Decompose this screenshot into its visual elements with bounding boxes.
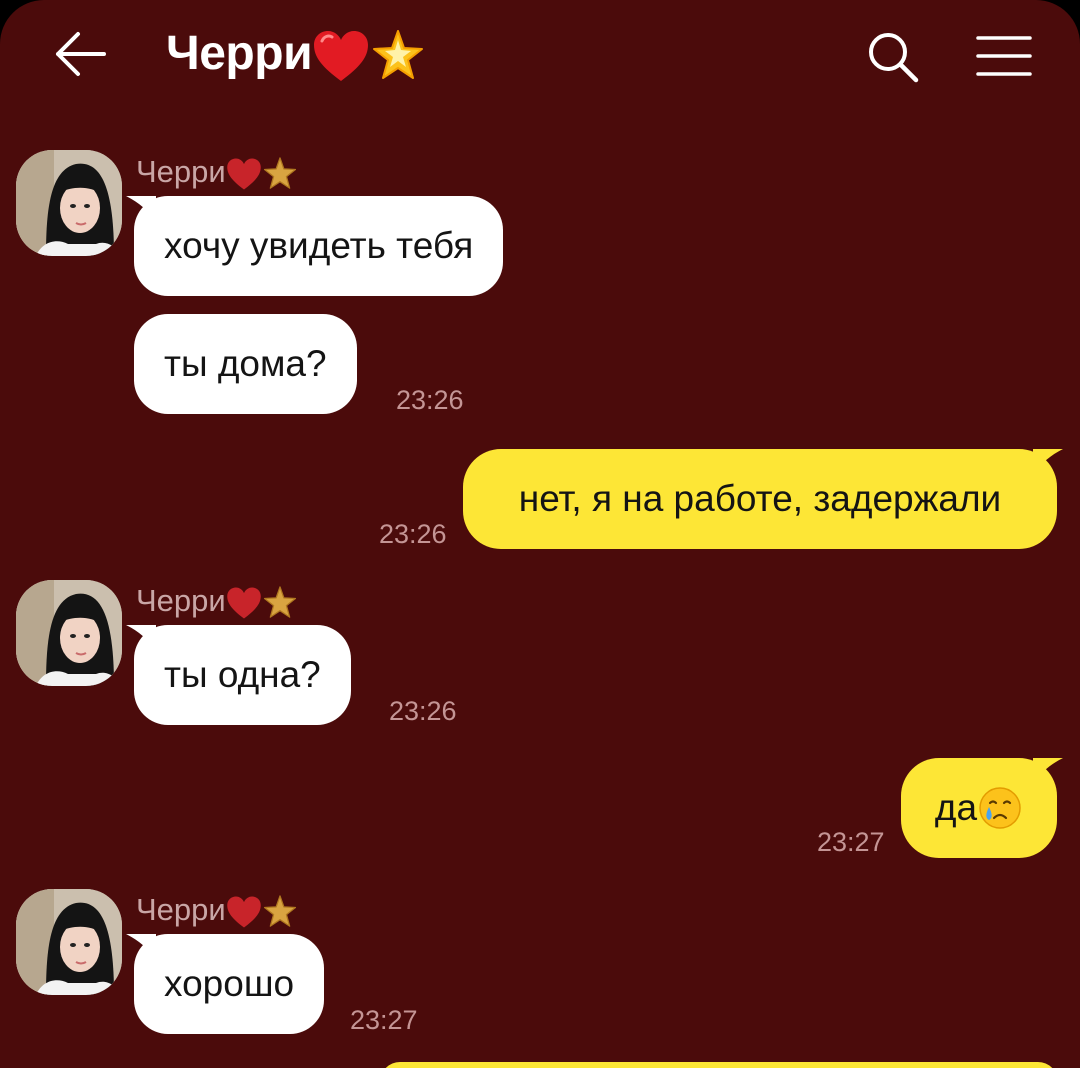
bubble-tail — [126, 934, 156, 960]
search-icon — [869, 33, 919, 83]
sender-name: Черри — [136, 581, 298, 621]
message-text: хочу увидеть тебя — [164, 225, 474, 266]
red-heart-icon — [226, 158, 261, 190]
bubble-tail — [1033, 758, 1063, 784]
message-timestamp: 23:27 — [350, 1005, 418, 1035]
search-button[interactable] — [866, 30, 920, 84]
message-text: ты одна? — [164, 654, 321, 695]
message-bubble-outgoing[interactable]: нет, я на работе, задержали — [463, 449, 1063, 549]
hamburger-menu-icon — [976, 36, 1032, 76]
avatar[interactable] — [16, 580, 122, 686]
glowing-star-icon — [373, 30, 424, 80]
red-heart-icon — [226, 896, 261, 928]
bubble-tail — [126, 625, 156, 651]
chat-title-text: Черри — [166, 27, 313, 80]
message-text: да — [934, 787, 978, 828]
message-text: ты дома? — [164, 343, 327, 384]
avatar[interactable] — [16, 889, 122, 995]
menu-button[interactable] — [976, 34, 1032, 78]
avatar-photo — [16, 580, 122, 686]
message-text: хорошо — [164, 963, 295, 1004]
glowing-star-icon — [263, 895, 296, 927]
arrow-left-icon — [56, 32, 106, 76]
message-timestamp: 23:27 — [817, 827, 885, 857]
sender-name: Черри — [136, 152, 298, 192]
sender-name-text: Черри — [136, 583, 226, 618]
avatar-photo — [16, 889, 122, 995]
message-bubble-incoming[interactable]: хочу увидеть тебя — [126, 196, 504, 296]
sender-name: Черри — [136, 890, 298, 930]
message-text: нет, я на работе, задержали — [518, 478, 1002, 519]
sender-name-text: Черри — [136, 154, 226, 189]
sender-name-text: Черри — [136, 892, 226, 927]
message-timestamp: 23:26 — [389, 696, 457, 726]
avatar[interactable] — [16, 150, 122, 256]
message-bubble-incoming[interactable]: ты дома? — [134, 314, 357, 414]
chat-title: Черри — [166, 24, 426, 84]
avatar-photo — [16, 150, 122, 256]
message-bubble-incoming[interactable]: хорошо — [126, 934, 325, 1034]
message-timestamp: 23:26 — [379, 519, 447, 549]
message-timestamp: 23:26 — [396, 385, 464, 415]
red-heart-icon — [314, 31, 369, 82]
message-bubble-outgoing-partial[interactable] — [380, 1062, 1058, 1068]
message-bubble-outgoing[interactable]: да — [901, 758, 1063, 858]
bubble-tail — [126, 196, 156, 222]
chat-header: Черри — [0, 0, 1080, 110]
glowing-star-icon — [263, 586, 296, 618]
back-button[interactable] — [52, 30, 106, 78]
bubble-tail — [1033, 449, 1063, 475]
chat-screen: Черри Черри хочу увидеть тебя ты дома? 2… — [0, 0, 1080, 1068]
crying-face-emoji-icon — [979, 787, 1021, 829]
red-heart-icon — [226, 587, 261, 619]
glowing-star-icon — [263, 157, 296, 189]
message-bubble-incoming[interactable]: ты одна? — [126, 625, 351, 725]
